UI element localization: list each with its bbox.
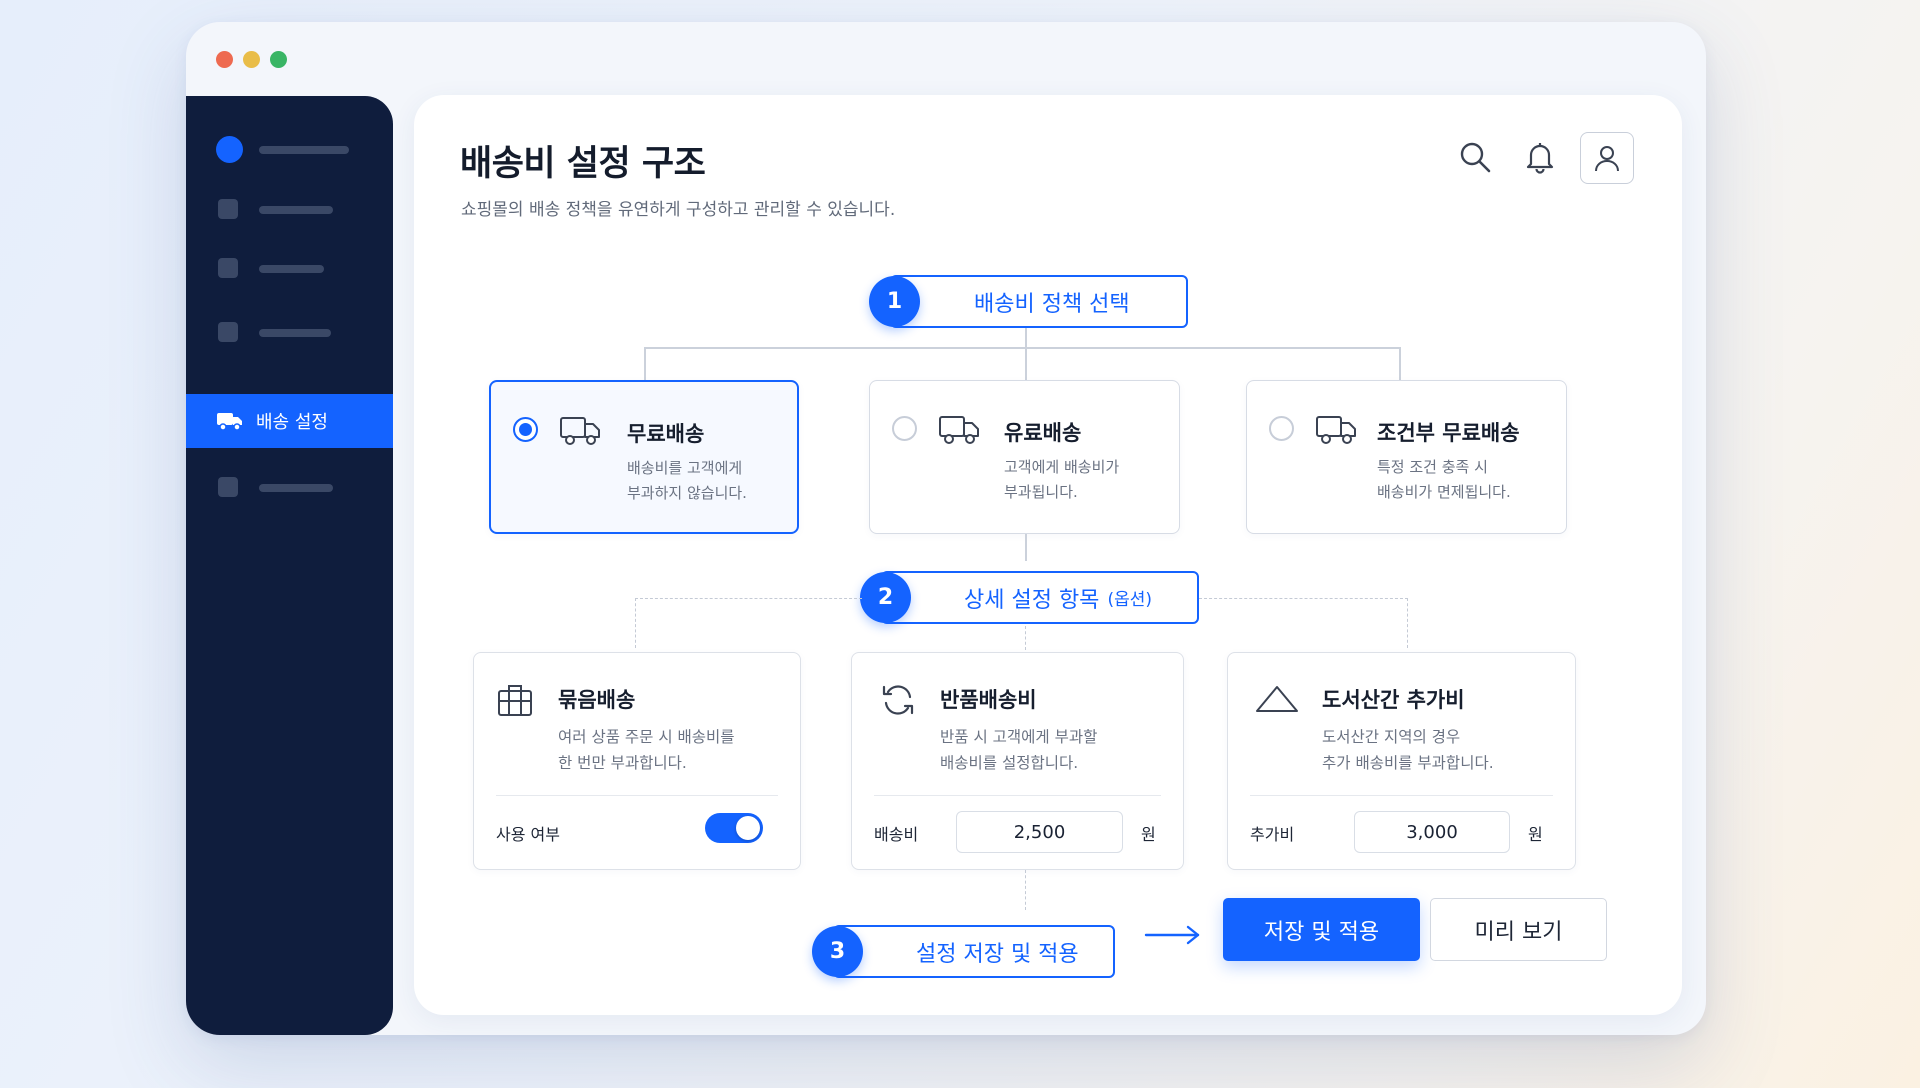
policy-title: 무료배송 (627, 422, 705, 446)
sidebar-item-label: 배송 설정 (256, 412, 328, 433)
save-apply-button[interactable]: 저장 및 적용 (1223, 898, 1420, 961)
window-minimize-button[interactable] (243, 51, 260, 68)
sidebar-item-5-placeholder[interactable] (259, 484, 333, 492)
arrow-right-icon (1144, 924, 1202, 950)
bundle-shipping-toggle[interactable] (705, 813, 763, 843)
detail-card-remote-area-fee: 도서산간 추가비 도서산간 지역의 경우 추가 배송비를 부과합니다. 추가비 … (1227, 652, 1576, 870)
sidebar-item-shipping-settings[interactable]: 배송 설정 (186, 394, 393, 448)
detail-unit: 원 (1141, 825, 1156, 844)
sidebar-item-1-icon[interactable] (218, 199, 238, 219)
policy-option-free[interactable]: 무료배송 배송비를 고객에게 부과하지 않습니다. (489, 380, 799, 534)
return-fee-input[interactable] (956, 811, 1123, 853)
detail-unit: 원 (1528, 825, 1543, 844)
connector (635, 598, 636, 648)
sidebar-item-5-icon[interactable] (218, 477, 238, 497)
policy-description: 배송비를 고객에게 부과하지 않습니다. (627, 459, 747, 502)
detail-label: 사용 여부 (496, 825, 560, 844)
search-icon[interactable] (1455, 137, 1495, 177)
detail-label: 배송비 (874, 825, 919, 844)
connector (1025, 328, 1027, 348)
detail-card-bundle-shipping: 묶음배송 여러 상품 주문 시 배송비를 한 번만 부과합니다. 사용 여부 (473, 652, 801, 870)
detail-title: 도서산간 추가비 (1322, 688, 1465, 712)
sidebar-item-1-placeholder[interactable] (259, 206, 333, 214)
mountain-icon (1254, 683, 1300, 719)
truck-icon (1315, 413, 1357, 449)
sidebar-logo-placeholder (259, 146, 349, 154)
step-1-label: 배송비 정책 선택 (890, 275, 1188, 328)
divider (1250, 795, 1553, 796)
step-2-badge: 2 (860, 572, 911, 623)
detail-title: 반품배송비 (940, 688, 1037, 712)
connector (1025, 534, 1027, 561)
radio-button[interactable] (513, 417, 538, 442)
sidebar-item-2-placeholder[interactable] (259, 265, 324, 273)
detail-description: 여러 상품 주문 시 배송비를 한 번만 부과합니다. (558, 728, 735, 772)
refresh-icon (880, 683, 916, 721)
sidebar-item-2-icon[interactable] (218, 258, 238, 278)
window-close-button[interactable] (216, 51, 233, 68)
connector (1025, 870, 1026, 910)
connector (1399, 347, 1401, 380)
policy-option-paid[interactable]: 유료배송 고객에게 배송비가 부과됩니다. (869, 380, 1180, 534)
step-2-label: 상세 설정 항목 (옵션) (881, 571, 1199, 624)
policy-title: 유료배송 (1004, 421, 1082, 445)
connector (1025, 626, 1026, 650)
bell-icon[interactable] (1520, 137, 1560, 177)
step-3-badge: 3 (812, 926, 863, 977)
step-3-label: 설정 저장 및 적용 (833, 925, 1115, 978)
sidebar: 배송 설정 (186, 96, 393, 1035)
connector (1199, 598, 1408, 599)
policy-title: 조건부 무료배송 (1377, 421, 1520, 445)
detail-description: 반품 시 고객에게 부과할 배송비를 설정합니다. (940, 728, 1098, 772)
policy-description: 특정 조건 충족 시 배송비가 면제됩니다. (1377, 458, 1511, 501)
connector (635, 598, 862, 599)
main-panel: 배송비 설정 구조 쇼핑몰의 배송 정책을 유연하게 구성하고 관리할 수 있습… (414, 95, 1682, 1015)
detail-label: 추가비 (1250, 825, 1295, 844)
truck-icon (938, 413, 980, 449)
user-icon[interactable] (1580, 132, 1634, 184)
connector (1025, 347, 1027, 380)
divider (874, 795, 1161, 796)
sidebar-item-3-placeholder[interactable] (259, 329, 331, 337)
remote-area-fee-input[interactable] (1354, 811, 1510, 853)
truck-icon (559, 414, 601, 450)
divider (496, 795, 778, 796)
connector (1407, 598, 1408, 648)
page-title: 배송비 설정 구조 (460, 144, 706, 184)
app-window: 배송 설정 배송비 설정 구조 쇼핑몰의 배송 정책을 유연하게 구성하고 관리… (186, 22, 1706, 1035)
radio-button[interactable] (892, 416, 917, 441)
sidebar-item-3-icon[interactable] (218, 322, 238, 342)
detail-card-return-fee: 반품배송비 반품 시 고객에게 부과할 배송비를 설정합니다. 배송비 원 (851, 652, 1184, 870)
detail-title: 묶음배송 (558, 688, 636, 712)
page-subtitle: 쇼핑몰의 배송 정책을 유연하게 구성하고 관리할 수 있습니다. (461, 200, 896, 220)
policy-description: 고객에게 배송비가 부과됩니다. (1004, 458, 1120, 501)
detail-description: 도서산간 지역의 경우 추가 배송비를 부과합니다. (1322, 728, 1494, 772)
connector (644, 347, 646, 380)
logo-icon (216, 136, 243, 163)
truck-icon (217, 413, 242, 431)
radio-button[interactable] (1269, 416, 1294, 441)
preview-button[interactable]: 미리 보기 (1430, 898, 1607, 961)
package-icon (496, 683, 534, 721)
window-maximize-button[interactable] (270, 51, 287, 68)
connector (644, 347, 1401, 349)
policy-option-conditional[interactable]: 조건부 무료배송 특정 조건 충족 시 배송비가 면제됩니다. (1246, 380, 1567, 534)
step-1-badge: 1 (869, 276, 920, 327)
